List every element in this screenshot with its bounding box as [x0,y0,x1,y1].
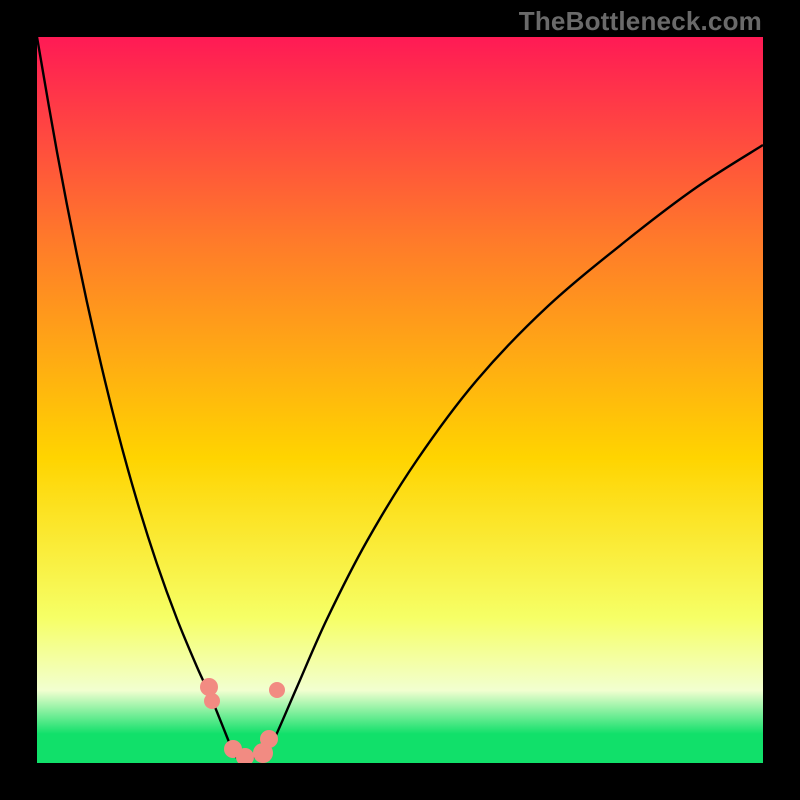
data-dot [269,682,285,698]
data-dot [260,730,278,748]
data-dot [200,678,218,696]
data-dot [204,693,220,709]
bottleneck-chart [37,37,763,763]
plot-area [37,37,763,763]
watermark-text: TheBottleneck.com [519,6,762,37]
gradient-background [37,37,763,763]
chart-frame: TheBottleneck.com [0,0,800,800]
